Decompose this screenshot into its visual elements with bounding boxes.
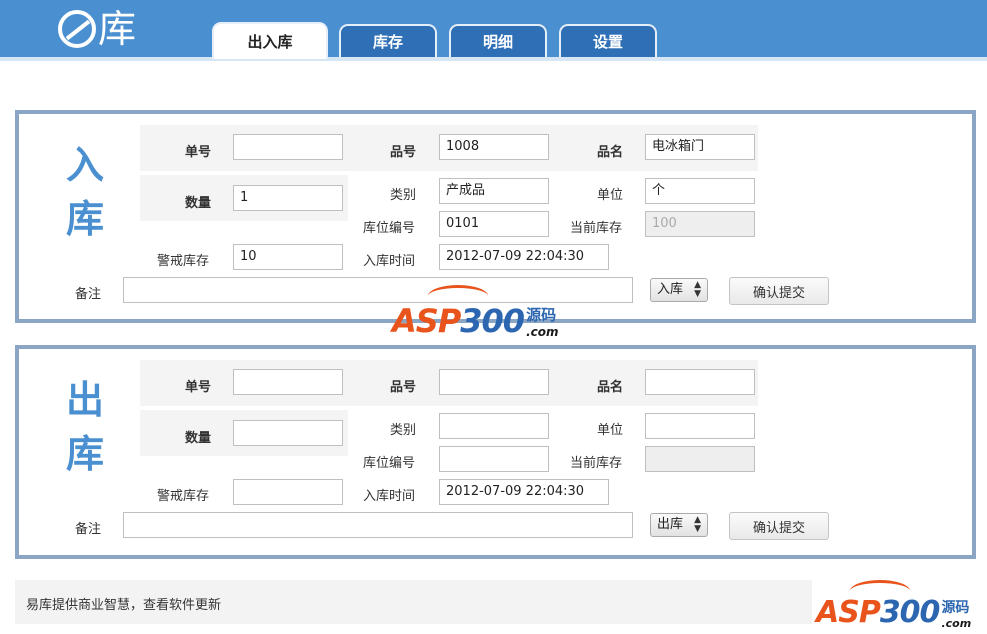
category-label: 类别 — [390, 188, 417, 203]
remark-label: 备注 — [75, 287, 102, 302]
alert-stock-label: 警戒库存 — [157, 489, 210, 504]
watermark-logo: ASP300 源码 .com — [392, 283, 558, 339]
watermark-com: .com — [941, 617, 972, 630]
inbound-title-char-1: 入 — [65, 143, 104, 187]
inbound-title: 入 库 — [63, 138, 107, 246]
mode-select-value: 出库 — [657, 517, 684, 532]
watermark-com: .com — [526, 325, 559, 339]
product-name-input[interactable] — [645, 369, 755, 395]
submit-button[interactable]: 确认提交 — [729, 512, 829, 540]
alert-stock-label: 警戒库存 — [157, 254, 210, 269]
category-input[interactable]: 产成品 — [439, 178, 549, 204]
alert-stock-input[interactable]: 10 — [233, 244, 343, 270]
outbound-title: 出 库 — [63, 373, 107, 481]
quantity-label: 数量 — [185, 431, 212, 446]
quantity-label: 数量 — [185, 196, 212, 211]
in-time-label: 入库时间 — [363, 489, 416, 504]
in-time-label: 入库时间 — [363, 254, 416, 269]
tab-inout[interactable]: 出入库 — [212, 22, 328, 59]
watermark-asp: ASP — [392, 302, 461, 340]
location-no-input[interactable]: 0101 — [439, 211, 549, 237]
location-no-label: 库位编号 — [363, 221, 416, 236]
tab-details[interactable]: 明细 — [449, 24, 547, 57]
order-no-input[interactable] — [233, 134, 343, 160]
location-no-input[interactable] — [439, 446, 549, 472]
product-no-label: 品号 — [390, 380, 417, 395]
mode-select-value: 入库 — [657, 282, 684, 297]
alert-stock-input[interactable] — [233, 479, 343, 505]
watermark-side: 源码 .com — [526, 304, 558, 339]
current-stock-field — [645, 446, 755, 472]
header-divider — [0, 57, 987, 61]
category-label: 类别 — [390, 423, 417, 438]
in-time-input[interactable]: 2012-07-09 22:04:30 — [439, 244, 609, 270]
outbound-title-char-2: 库 — [65, 432, 104, 476]
category-input[interactable] — [439, 413, 549, 439]
outbound-panel: 出 库 单号 品号 品名 数量 类别 单位 库位编号 当前库存 警戒库存 入库时… — [15, 345, 976, 559]
order-no-label: 单号 — [185, 380, 212, 395]
product-no-input[interactable] — [439, 369, 549, 395]
logo-text: 库 — [98, 7, 137, 51]
quantity-input[interactable]: 1 — [233, 185, 343, 211]
order-no-label: 单号 — [185, 145, 212, 160]
product-no-label: 品号 — [390, 145, 417, 160]
location-no-label: 库位编号 — [363, 456, 416, 471]
logo-e-icon — [58, 10, 96, 48]
submit-button[interactable]: 确认提交 — [729, 277, 829, 305]
outbound-title-char-1: 出 — [65, 378, 104, 422]
inbound-title-char-2: 库 — [65, 197, 104, 241]
footer-watermark-logo: ASP300 源码 .com — [816, 580, 971, 630]
flame-icon — [428, 285, 488, 307]
current-stock-label: 当前库存 — [570, 456, 623, 471]
order-no-input[interactable] — [233, 369, 343, 395]
unit-input[interactable] — [645, 413, 755, 439]
remark-label: 备注 — [75, 522, 102, 537]
product-name-label: 品名 — [597, 380, 624, 395]
unit-input[interactable]: 个 — [645, 178, 755, 204]
in-time-input[interactable]: 2012-07-09 22:04:30 — [439, 479, 609, 505]
product-name-input[interactable]: 电冰箱门 — [645, 134, 755, 160]
tab-stock[interactable]: 库存 — [339, 24, 437, 57]
unit-label: 单位 — [597, 188, 624, 203]
quantity-input[interactable] — [233, 420, 343, 446]
updown-arrow-icon: ▲ ▼ — [694, 515, 701, 534]
unit-label: 单位 — [597, 423, 624, 438]
watermark-side: 源码 .com — [941, 597, 971, 630]
remark-input[interactable] — [123, 512, 633, 538]
footer-bar: 易库提供商业智慧，查看软件更新 — [15, 580, 812, 624]
flame-icon — [850, 580, 910, 602]
watermark-main: ASP300 — [392, 302, 525, 340]
watermark-cn: 源码 — [941, 600, 970, 616]
tab-settings[interactable]: 设置 — [559, 24, 657, 57]
footer-update-link[interactable]: 易库提供商业智慧，查看软件更新 — [26, 594, 221, 613]
mode-select[interactable]: 出库 ▲ ▼ — [650, 513, 708, 537]
product-no-input[interactable]: 1008 — [439, 134, 549, 160]
product-name-label: 品名 — [597, 145, 624, 160]
current-stock-field: 100 — [645, 211, 755, 237]
app-logo: 库 — [58, 6, 136, 52]
watermark-300: 300 — [460, 302, 525, 340]
updown-arrow-icon: ▲ ▼ — [694, 280, 701, 299]
mode-select[interactable]: 入库 ▲ ▼ — [650, 278, 708, 302]
current-stock-label: 当前库存 — [570, 221, 623, 236]
watermark-cn: 源码 — [526, 306, 557, 324]
